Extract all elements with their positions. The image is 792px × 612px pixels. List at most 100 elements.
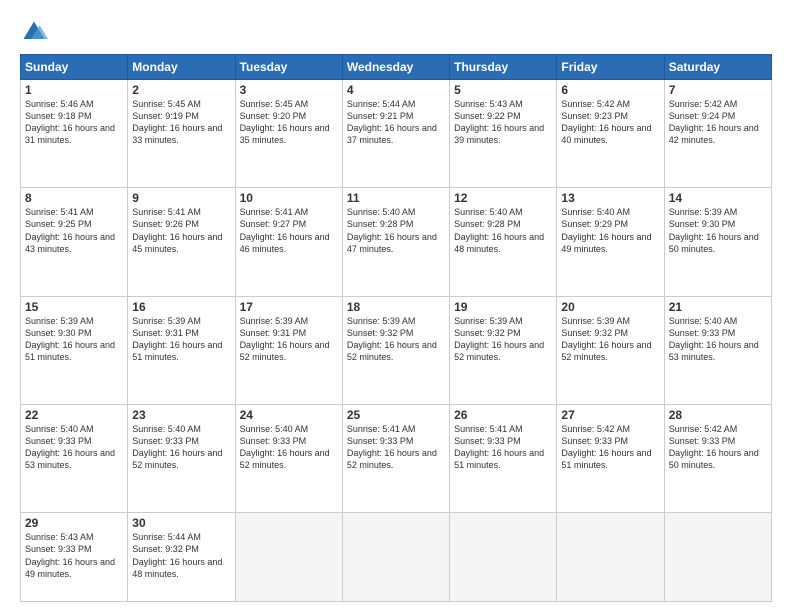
table-row: 4 Sunrise: 5:44 AMSunset: 9:21 PMDayligh… — [342, 80, 449, 188]
day-info: Sunrise: 5:39 AMSunset: 9:31 PMDaylight:… — [240, 316, 330, 362]
day-number: 3 — [240, 83, 338, 97]
day-number: 18 — [347, 300, 445, 314]
day-info: Sunrise: 5:44 AMSunset: 9:32 PMDaylight:… — [132, 532, 222, 578]
table-row: 12 Sunrise: 5:40 AMSunset: 9:28 PMDaylig… — [450, 188, 557, 296]
table-row: 9 Sunrise: 5:41 AMSunset: 9:26 PMDayligh… — [128, 188, 235, 296]
table-row: 5 Sunrise: 5:43 AMSunset: 9:22 PMDayligh… — [450, 80, 557, 188]
table-row: 7 Sunrise: 5:42 AMSunset: 9:24 PMDayligh… — [664, 80, 771, 188]
day-number: 16 — [132, 300, 230, 314]
day-number: 12 — [454, 191, 552, 205]
table-row: 13 Sunrise: 5:40 AMSunset: 9:29 PMDaylig… — [557, 188, 664, 296]
day-number: 5 — [454, 83, 552, 97]
day-number: 21 — [669, 300, 767, 314]
col-monday: Monday — [128, 55, 235, 80]
table-row: 29 Sunrise: 5:43 AMSunset: 9:33 PMDaylig… — [21, 513, 128, 602]
day-number: 8 — [25, 191, 123, 205]
day-info: Sunrise: 5:41 AMSunset: 9:33 PMDaylight:… — [454, 424, 544, 470]
col-thursday: Thursday — [450, 55, 557, 80]
table-row: 8 Sunrise: 5:41 AMSunset: 9:25 PMDayligh… — [21, 188, 128, 296]
table-row — [664, 513, 771, 602]
day-number: 30 — [132, 516, 230, 530]
table-row: 30 Sunrise: 5:44 AMSunset: 9:32 PMDaylig… — [128, 513, 235, 602]
day-info: Sunrise: 5:41 AMSunset: 9:26 PMDaylight:… — [132, 207, 222, 253]
day-number: 26 — [454, 408, 552, 422]
day-number: 20 — [561, 300, 659, 314]
table-row — [342, 513, 449, 602]
day-number: 6 — [561, 83, 659, 97]
table-row: 26 Sunrise: 5:41 AMSunset: 9:33 PMDaylig… — [450, 404, 557, 512]
day-info: Sunrise: 5:39 AMSunset: 9:32 PMDaylight:… — [454, 316, 544, 362]
day-number: 17 — [240, 300, 338, 314]
table-row: 16 Sunrise: 5:39 AMSunset: 9:31 PMDaylig… — [128, 296, 235, 404]
table-row: 6 Sunrise: 5:42 AMSunset: 9:23 PMDayligh… — [557, 80, 664, 188]
day-info: Sunrise: 5:41 AMSunset: 9:27 PMDaylight:… — [240, 207, 330, 253]
day-info: Sunrise: 5:42 AMSunset: 9:33 PMDaylight:… — [669, 424, 759, 470]
day-info: Sunrise: 5:40 AMSunset: 9:33 PMDaylight:… — [669, 316, 759, 362]
table-row — [235, 513, 342, 602]
table-row: 15 Sunrise: 5:39 AMSunset: 9:30 PMDaylig… — [21, 296, 128, 404]
table-row: 3 Sunrise: 5:45 AMSunset: 9:20 PMDayligh… — [235, 80, 342, 188]
day-number: 1 — [25, 83, 123, 97]
calendar-table: Sunday Monday Tuesday Wednesday Thursday… — [20, 54, 772, 602]
day-info: Sunrise: 5:39 AMSunset: 9:30 PMDaylight:… — [669, 207, 759, 253]
day-info: Sunrise: 5:41 AMSunset: 9:25 PMDaylight:… — [25, 207, 115, 253]
day-number: 4 — [347, 83, 445, 97]
col-friday: Friday — [557, 55, 664, 80]
table-row: 24 Sunrise: 5:40 AMSunset: 9:33 PMDaylig… — [235, 404, 342, 512]
day-info: Sunrise: 5:44 AMSunset: 9:21 PMDaylight:… — [347, 99, 437, 145]
day-info: Sunrise: 5:40 AMSunset: 9:33 PMDaylight:… — [132, 424, 222, 470]
table-row — [557, 513, 664, 602]
col-tuesday: Tuesday — [235, 55, 342, 80]
day-number: 28 — [669, 408, 767, 422]
day-number: 25 — [347, 408, 445, 422]
header — [20, 18, 772, 46]
day-info: Sunrise: 5:39 AMSunset: 9:31 PMDaylight:… — [132, 316, 222, 362]
table-row: 25 Sunrise: 5:41 AMSunset: 9:33 PMDaylig… — [342, 404, 449, 512]
page: Sunday Monday Tuesday Wednesday Thursday… — [0, 0, 792, 612]
day-number: 10 — [240, 191, 338, 205]
table-row: 28 Sunrise: 5:42 AMSunset: 9:33 PMDaylig… — [664, 404, 771, 512]
logo — [20, 18, 52, 46]
table-row: 2 Sunrise: 5:45 AMSunset: 9:19 PMDayligh… — [128, 80, 235, 188]
table-row — [450, 513, 557, 602]
day-number: 7 — [669, 83, 767, 97]
day-info: Sunrise: 5:45 AMSunset: 9:19 PMDaylight:… — [132, 99, 222, 145]
table-row: 19 Sunrise: 5:39 AMSunset: 9:32 PMDaylig… — [450, 296, 557, 404]
day-number: 9 — [132, 191, 230, 205]
day-info: Sunrise: 5:46 AMSunset: 9:18 PMDaylight:… — [25, 99, 115, 145]
day-number: 23 — [132, 408, 230, 422]
logo-icon — [20, 18, 48, 46]
table-row: 23 Sunrise: 5:40 AMSunset: 9:33 PMDaylig… — [128, 404, 235, 512]
day-number: 22 — [25, 408, 123, 422]
col-sunday: Sunday — [21, 55, 128, 80]
day-info: Sunrise: 5:40 AMSunset: 9:28 PMDaylight:… — [347, 207, 437, 253]
day-info: Sunrise: 5:45 AMSunset: 9:20 PMDaylight:… — [240, 99, 330, 145]
day-number: 15 — [25, 300, 123, 314]
day-number: 14 — [669, 191, 767, 205]
day-info: Sunrise: 5:40 AMSunset: 9:33 PMDaylight:… — [240, 424, 330, 470]
table-row: 14 Sunrise: 5:39 AMSunset: 9:30 PMDaylig… — [664, 188, 771, 296]
day-info: Sunrise: 5:40 AMSunset: 9:28 PMDaylight:… — [454, 207, 544, 253]
day-info: Sunrise: 5:39 AMSunset: 9:32 PMDaylight:… — [347, 316, 437, 362]
day-number: 19 — [454, 300, 552, 314]
day-number: 27 — [561, 408, 659, 422]
day-info: Sunrise: 5:42 AMSunset: 9:23 PMDaylight:… — [561, 99, 651, 145]
table-row: 10 Sunrise: 5:41 AMSunset: 9:27 PMDaylig… — [235, 188, 342, 296]
col-saturday: Saturday — [664, 55, 771, 80]
table-row: 1 Sunrise: 5:46 AMSunset: 9:18 PMDayligh… — [21, 80, 128, 188]
day-info: Sunrise: 5:41 AMSunset: 9:33 PMDaylight:… — [347, 424, 437, 470]
table-row: 17 Sunrise: 5:39 AMSunset: 9:31 PMDaylig… — [235, 296, 342, 404]
table-row: 21 Sunrise: 5:40 AMSunset: 9:33 PMDaylig… — [664, 296, 771, 404]
day-info: Sunrise: 5:39 AMSunset: 9:32 PMDaylight:… — [561, 316, 651, 362]
day-info: Sunrise: 5:39 AMSunset: 9:30 PMDaylight:… — [25, 316, 115, 362]
calendar-header-row: Sunday Monday Tuesday Wednesday Thursday… — [21, 55, 772, 80]
day-number: 11 — [347, 191, 445, 205]
col-wednesday: Wednesday — [342, 55, 449, 80]
table-row: 27 Sunrise: 5:42 AMSunset: 9:33 PMDaylig… — [557, 404, 664, 512]
table-row: 11 Sunrise: 5:40 AMSunset: 9:28 PMDaylig… — [342, 188, 449, 296]
table-row: 20 Sunrise: 5:39 AMSunset: 9:32 PMDaylig… — [557, 296, 664, 404]
table-row: 18 Sunrise: 5:39 AMSunset: 9:32 PMDaylig… — [342, 296, 449, 404]
day-number: 24 — [240, 408, 338, 422]
day-info: Sunrise: 5:43 AMSunset: 9:33 PMDaylight:… — [25, 532, 115, 578]
day-info: Sunrise: 5:40 AMSunset: 9:29 PMDaylight:… — [561, 207, 651, 253]
